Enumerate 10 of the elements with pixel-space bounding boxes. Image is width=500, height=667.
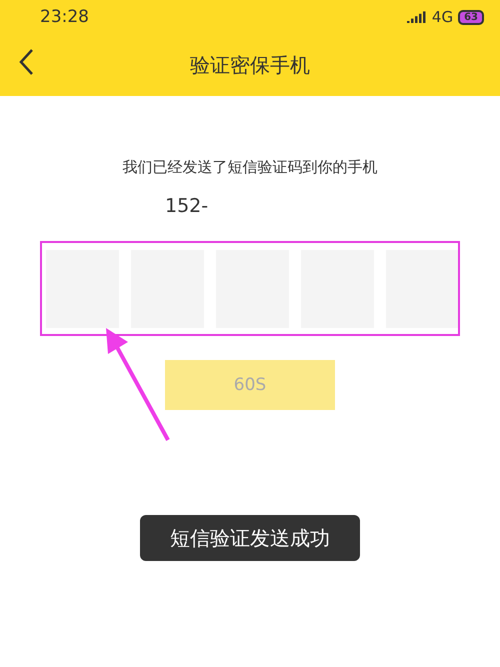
network-label: 4G [432, 8, 454, 26]
toast-message: 短信验证发送成功 [140, 515, 360, 561]
phone-number: 152- [165, 195, 210, 217]
signal-icon [406, 11, 427, 23]
code-input[interactable] [46, 250, 119, 328]
page-title: 验证密保手机 [190, 52, 310, 78]
status-time: 23:28 [40, 7, 89, 27]
battery-level: 63 [458, 10, 484, 24]
sent-message: 我们已经发送了短信验证码到你的手机 [122, 158, 378, 177]
code-input[interactable] [386, 250, 458, 328]
